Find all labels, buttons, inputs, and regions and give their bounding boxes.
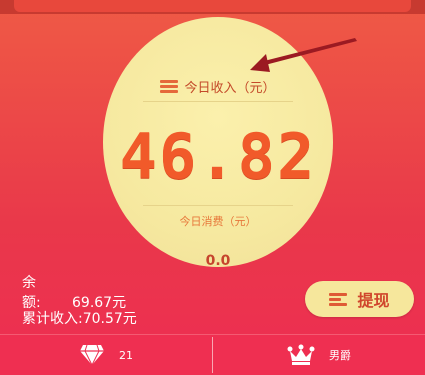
diamond-nav-item[interactable]: 21: [0, 335, 212, 375]
top-strip: [0, 0, 425, 14]
total-income-label: 累计收入:: [22, 311, 83, 327]
crown-icon: [287, 344, 315, 365]
balance-label: 余 额:: [22, 275, 64, 311]
top-cap: [14, 0, 411, 12]
income-circle: 今日收入（元） 46.82 今日消费（元） 0.0: [103, 17, 333, 267]
diamond-count: 21: [119, 348, 133, 362]
diamond-icon: [80, 344, 104, 366]
income-label-row: 今日收入（元）: [103, 75, 333, 97]
balance-row: 余 额: 69.67元: [22, 272, 126, 312]
spend-value: 0.0: [205, 253, 231, 267]
withdraw-button[interactable]: 提现: [305, 281, 414, 317]
divider-top: [143, 101, 293, 102]
bottom-nav: 21 男爵: [0, 334, 425, 375]
rank-nav-item[interactable]: 男爵: [213, 335, 425, 375]
rank-label: 男爵: [329, 349, 351, 362]
withdraw-label: 提现: [357, 291, 390, 310]
coin-stack-icon: [160, 79, 179, 93]
spend-label: 今日消费（元）: [179, 215, 257, 228]
coin-stack-up-icon: [329, 292, 348, 306]
divider-bottom: [143, 205, 293, 206]
total-income-row: 累计收入:70.57元: [22, 308, 137, 328]
income-value: 46.82: [119, 120, 317, 193]
income-label: 今日收入（元）: [184, 80, 276, 96]
total-income-value: 70.57元: [82, 311, 137, 327]
